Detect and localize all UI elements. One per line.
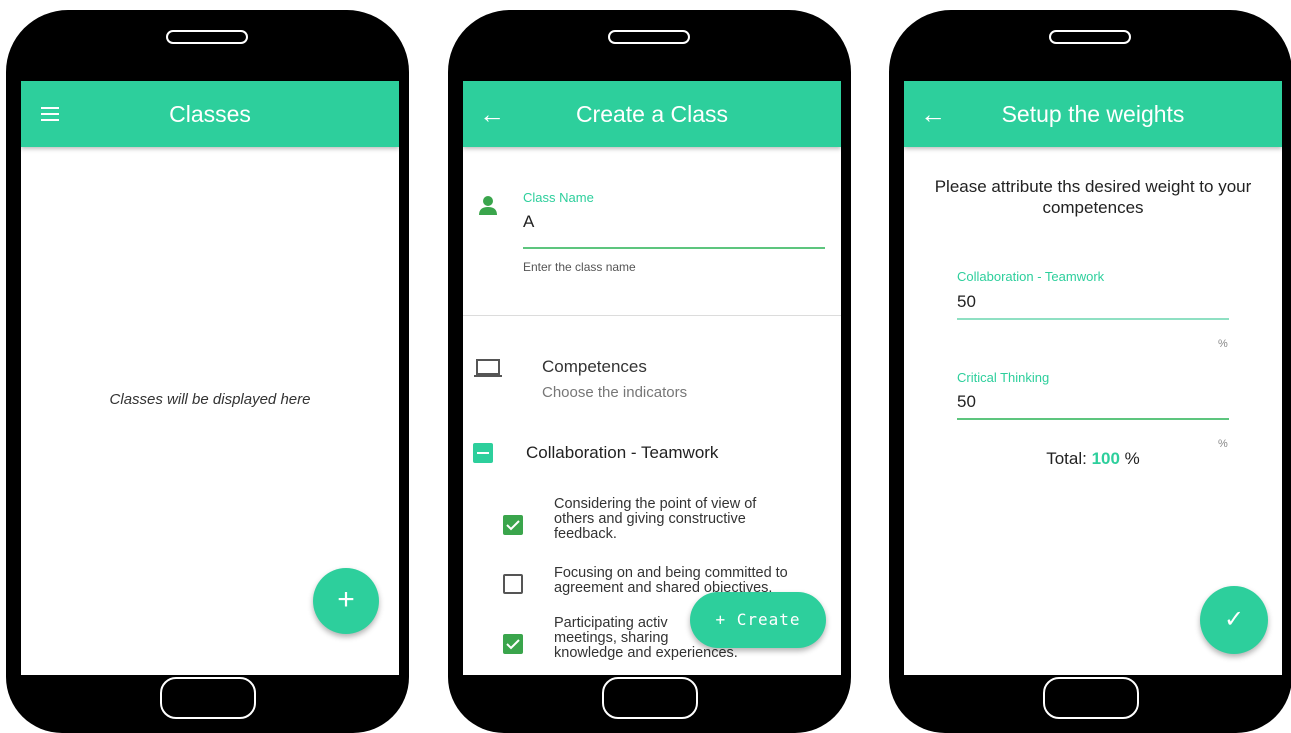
empty-state-message: Classes will be displayed here: [109, 391, 311, 408]
group-checkbox-indeterminate[interactable]: [473, 443, 493, 463]
group-label: Collaboration - Teamwork: [526, 443, 719, 462]
home-button[interactable]: [159, 677, 256, 719]
add-class-button[interactable]: +: [313, 568, 379, 634]
weight-label-2: Critical Thinking: [957, 370, 1050, 385]
phone-speaker: [1048, 30, 1131, 44]
phone-speaker: [607, 30, 690, 44]
indicator-checkbox-2[interactable]: [503, 574, 523, 594]
indicator-checkbox-1[interactable]: [503, 515, 523, 535]
class-name-underline: [523, 247, 825, 249]
weight-underline-2: [957, 418, 1229, 420]
create-button[interactable]: + Create: [690, 592, 826, 648]
page-title: Create a Class: [575, 101, 729, 127]
indicator-text-1: Considering the point of view of others …: [554, 497, 839, 542]
indicator-line: feedback.: [554, 526, 617, 542]
classes-screen: Classes Classes will be displayed here +: [21, 81, 399, 675]
indicator-line: others and giving constructive: [554, 511, 746, 527]
indicator-checkbox-3[interactable]: [503, 634, 523, 654]
person-icon: [479, 196, 497, 215]
home-button[interactable]: [1042, 677, 1139, 719]
app-bar: Classes: [21, 81, 399, 147]
competences-subtitle: Choose the indicators: [542, 384, 688, 401]
total-label: Total:: [1046, 449, 1087, 468]
home-button[interactable]: [601, 677, 698, 719]
check-icon: [506, 639, 520, 650]
total-value: 100: [1091, 449, 1120, 468]
confirm-button[interactable]: ✓: [1200, 586, 1268, 654]
laptop-icon: [474, 359, 502, 377]
plus-icon: +: [337, 583, 355, 616]
page-title: Setup the weights: [1001, 101, 1185, 127]
competences-title: Competences: [542, 357, 647, 376]
app-bar: ← Create a Class: [463, 81, 841, 147]
indicator-line: Considering the point of view of: [554, 496, 757, 512]
check-icon: [506, 520, 520, 531]
phone-speaker: [165, 30, 248, 44]
create-class-screen: ← Create a Class Class Name A Enter the …: [463, 81, 841, 675]
indicator-line: Focusing on and being committed to: [554, 565, 788, 581]
minus-icon: [477, 452, 489, 454]
phone-frame-classes: Classes Classes will be displayed here +: [6, 10, 409, 733]
phone-frame-weights: ← Setup the weights Please attribute ths…: [889, 10, 1291, 733]
class-name-helper: Enter the class name: [523, 260, 636, 274]
percent-suffix-1: %: [1218, 338, 1228, 350]
weights-screen: ← Setup the weights Please attribute ths…: [904, 81, 1282, 675]
total-unit: %: [1124, 449, 1140, 468]
check-icon: ✓: [1223, 606, 1245, 633]
weight-input-1[interactable]: 50: [957, 292, 976, 312]
class-name-input[interactable]: A: [523, 212, 534, 232]
weight-underline-1: [957, 318, 1229, 320]
weight-label-1: Collaboration - Teamwork: [957, 269, 1105, 284]
weight-input-2[interactable]: 50: [957, 392, 976, 412]
phone-frame-create-class: ← Create a Class Class Name A Enter the …: [448, 10, 851, 733]
instruction-text: Please attribute ths desired weight to y…: [934, 177, 1252, 217]
page-title: Classes: [169, 101, 251, 127]
total-summary: Total: 100 %: [904, 449, 1282, 469]
app-bar: ← Setup the weights: [904, 81, 1282, 147]
divider: [463, 315, 841, 316]
class-name-label: Class Name: [523, 190, 594, 205]
indicator-line: knowledge and experiences.: [554, 645, 738, 661]
